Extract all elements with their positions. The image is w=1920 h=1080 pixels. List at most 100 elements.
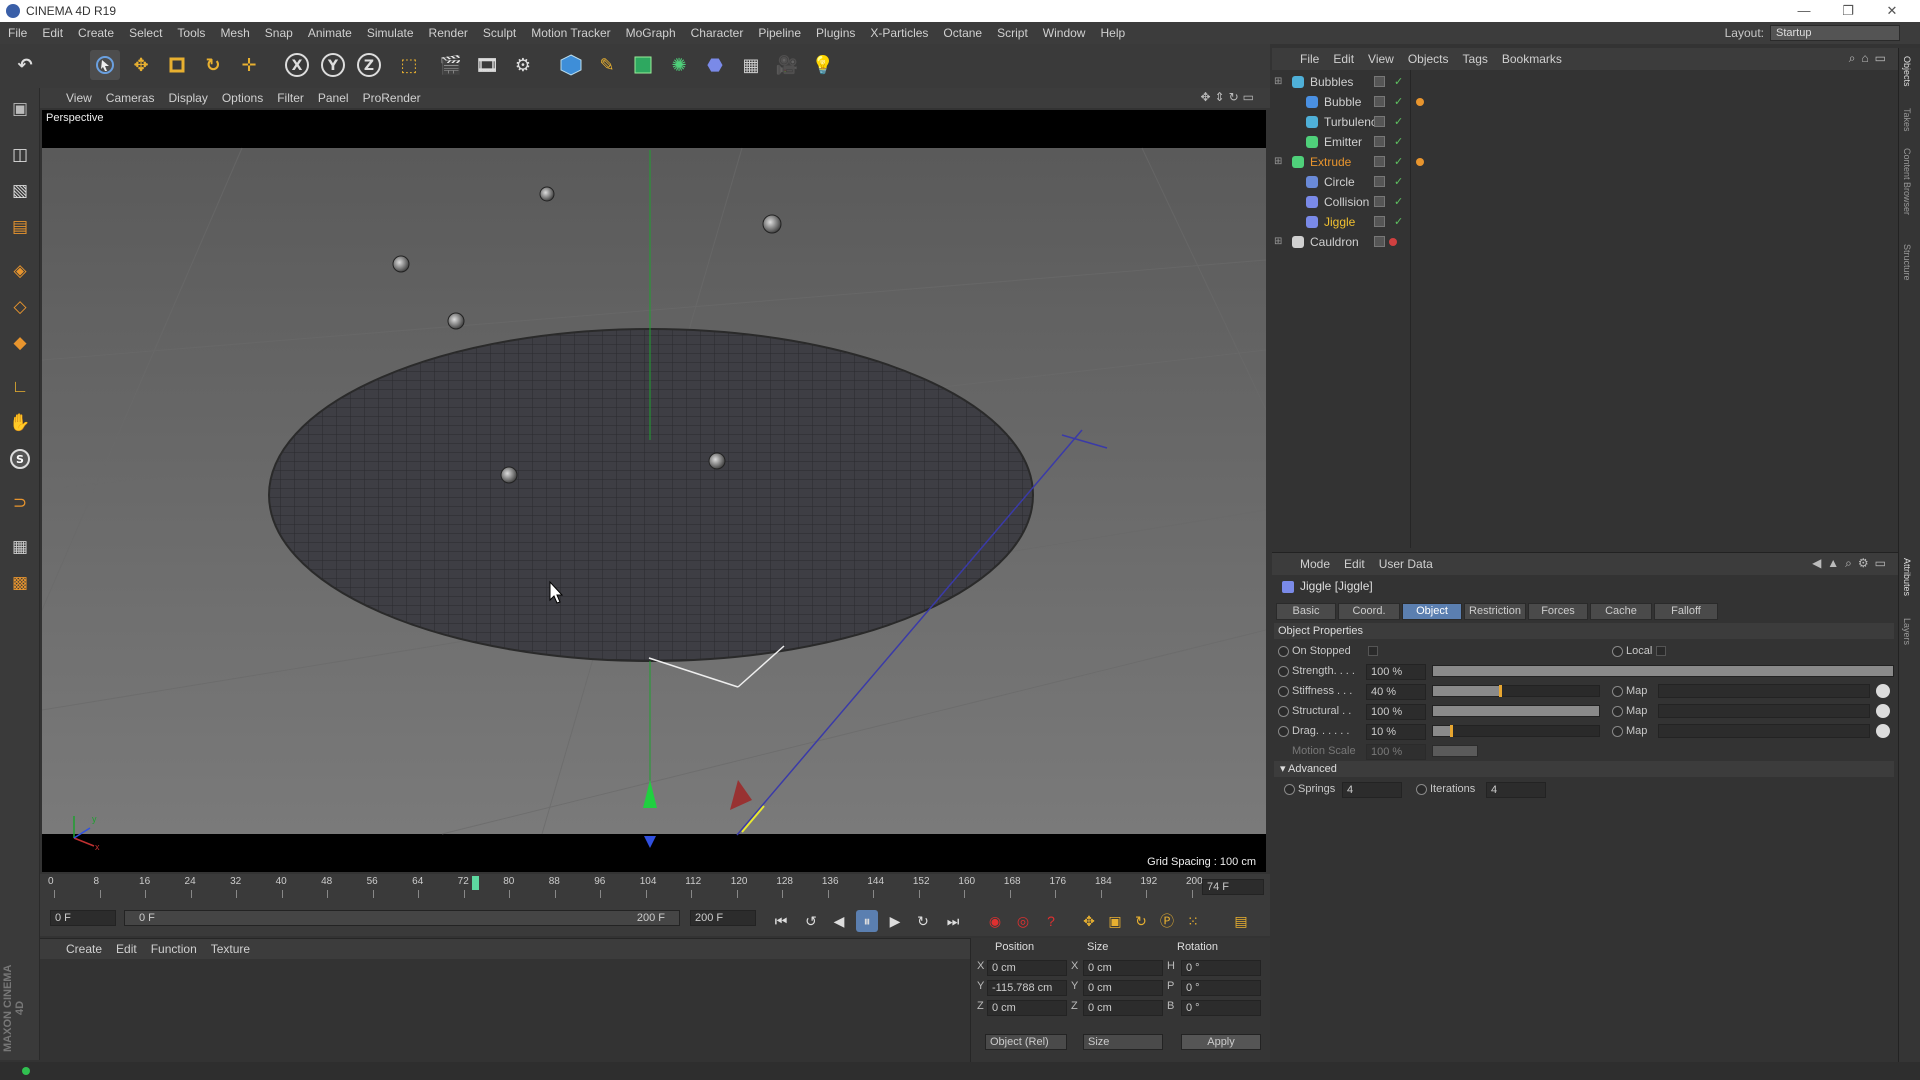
menu-file[interactable]: File [8,26,27,40]
rail-tab-objects[interactable]: Objects [1902,56,1912,87]
local-animate-radio[interactable] [1612,646,1623,657]
editor-visibility-icon[interactable] [1374,136,1385,147]
object-row-bubbles[interactable]: ⊞ Bubbles ✓ [1272,72,1898,92]
position-y-field[interactable]: -115.788 cm [987,980,1067,996]
param-value-field[interactable]: 100 % [1366,704,1426,720]
close-button[interactable]: ✕ [1870,0,1914,22]
viewport-menu-options[interactable]: Options [222,91,263,105]
light-icon[interactable]: 💡 [808,50,838,80]
coordinate-mode-select[interactable]: Object (Rel) [985,1034,1067,1050]
rail-tab-takes[interactable]: Takes [1902,108,1912,132]
position-z-field[interactable]: 0 cm [987,1000,1067,1016]
go-to-start-icon[interactable]: ⏮ [770,910,792,932]
on-stopped-animate-radio[interactable] [1278,646,1289,657]
param-animate-radio[interactable] [1278,726,1289,737]
axis-mode-icon[interactable]: ∟ [4,372,36,402]
perspective-viewport[interactable]: Perspective y x Grid Spacing : 100 cm [42,110,1266,872]
select-tool-icon[interactable] [90,50,120,80]
subdivision-surface-icon[interactable] [628,50,658,80]
menu-animate[interactable]: Animate [308,26,352,40]
make-editable-icon[interactable]: ▣ [4,94,36,124]
enabled-check-icon[interactable]: ✓ [1394,132,1403,152]
material-menu-function[interactable]: Function [151,942,197,956]
quantize-icon[interactable]: ▩ [4,568,36,598]
record-point-level-icon[interactable]: ⁙ [1182,910,1204,932]
rotation-p-field[interactable]: 0 ° [1181,980,1261,996]
expand-toggle-icon[interactable]: ⊞ [1274,72,1282,92]
move-tool-icon[interactable]: ✥ [126,50,156,80]
live-selection-icon[interactable]: ✛ [234,50,264,80]
cloner-icon[interactable]: ✺ [664,50,694,80]
param-animate-radio[interactable] [1278,686,1289,697]
objects-menu-objects[interactable]: Objects [1408,52,1449,66]
param-slider-knob[interactable] [1450,725,1453,737]
rail-tab-content-browser[interactable]: Content Browser [1902,148,1912,215]
objects-menu-file[interactable]: File [1300,52,1319,66]
objects-menu-tags[interactable]: Tags [1463,52,1488,66]
solo-mode-icon[interactable]: S [4,444,36,474]
rail-tab-layers[interactable]: Layers [1902,618,1912,645]
menu-edit[interactable]: Edit [42,26,63,40]
menu-motion-tracker[interactable]: Motion Tracker [531,26,610,40]
viewport-menu-filter[interactable]: Filter [277,91,304,105]
viewport-menu-prorender[interactable]: ProRender [363,91,421,105]
enabled-check-icon[interactable]: ✓ [1394,112,1403,132]
param-value-field[interactable]: 40 % [1366,684,1426,700]
param-slider[interactable] [1432,685,1600,697]
tag-icon[interactable] [1416,98,1424,106]
menu-pipeline[interactable]: Pipeline [758,26,801,40]
next-frame-icon[interactable]: ▶ [884,910,906,932]
z-axis-lock-icon[interactable]: Z [354,50,384,80]
objects-menu-bookmarks[interactable]: Bookmarks [1502,52,1562,66]
map-shader-field[interactable] [1658,684,1870,698]
rotation-h-field[interactable]: 0 ° [1181,960,1261,976]
menu-plugins[interactable]: Plugins [816,26,855,40]
viewport-menu-panel[interactable]: Panel [318,91,349,105]
on-stopped-checkbox[interactable] [1368,646,1378,656]
local-checkbox[interactable] [1656,646,1666,656]
menu-create[interactable]: Create [78,26,114,40]
param-slider[interactable] [1432,705,1600,717]
texture-mode-icon[interactable]: ▧ [4,176,36,206]
current-frame-field[interactable]: 74 F [1202,879,1264,895]
object-row-extrude[interactable]: ⊞ Extrude ✓ [1272,152,1898,172]
editor-visibility-icon[interactable] [1374,236,1385,247]
param-animate-radio[interactable] [1278,666,1289,677]
editor-visibility-icon[interactable] [1374,216,1385,227]
previous-key-icon[interactable]: ↺ [800,910,822,932]
go-to-end-icon[interactable]: ⏭ [942,910,964,932]
render-picture-viewer-icon[interactable]: 🎞 [472,50,502,80]
undo-icon[interactable]: ↶ [10,50,40,80]
object-row-jiggle[interactable]: Jiggle ✓ [1272,212,1898,232]
object-row-cauldron[interactable]: ⊞ Cauldron [1272,232,1898,252]
menu-mesh[interactable]: Mesh [220,26,249,40]
attributes-menu-user-data[interactable]: User Data [1379,557,1433,571]
record-parameter-icon[interactable]: Ⓟ [1156,910,1178,932]
position-x-field[interactable]: 0 cm [987,960,1067,976]
menu-snap[interactable]: Snap [265,26,293,40]
map-animate-radio[interactable] [1612,726,1623,737]
attributes-menu-mode[interactable]: Mode [1300,557,1330,571]
menu-window[interactable]: Window [1043,26,1086,40]
autokeying-icon[interactable]: ◎ [1012,910,1034,932]
object-row-bubble[interactable]: Bubble ✓ [1272,92,1898,112]
param-value-field[interactable]: 100 % [1366,664,1426,680]
viewport-menu-cameras[interactable]: Cameras [106,91,155,105]
map-shader-field[interactable] [1658,704,1870,718]
layout-dropdown[interactable]: Startup [1770,25,1900,41]
springs-field[interactable]: 4 [1342,782,1402,798]
timeline-playhead[interactable] [472,876,480,890]
map-shader-menu-icon[interactable] [1876,704,1890,718]
editor-visibility-icon[interactable] [1374,156,1385,167]
enabled-check-icon[interactable]: ✓ [1394,92,1403,112]
deformer-icon[interactable]: ⬣ [700,50,730,80]
timeline-ruler[interactable]: 0 8 16 24 32 40 48 56 64 72 80 88 96 104 112 120 128 136 1… [40,874,1270,900]
param-slider[interactable] [1432,665,1894,677]
menu-script[interactable]: Script [997,26,1028,40]
menu-select[interactable]: Select [129,26,162,40]
viewport-menu-view[interactable]: View [66,91,92,105]
editor-visibility-icon[interactable] [1374,196,1385,207]
param-value-field[interactable]: 10 % [1366,724,1426,740]
next-key-icon[interactable]: ↻ [912,910,934,932]
rotation-b-field[interactable]: 0 ° [1181,1000,1261,1016]
